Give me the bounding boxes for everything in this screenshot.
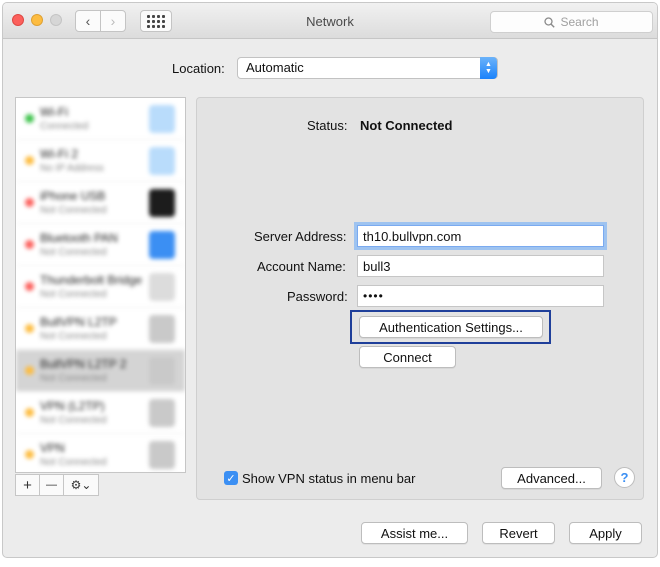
service-list-item[interactable]: BullVPN L2TP Not Connected xyxy=(16,308,185,350)
service-list-item[interactable]: VPN (L2TP) Not Connected xyxy=(16,392,185,434)
checkmark-icon: ✓ xyxy=(226,472,236,485)
status-dot-icon xyxy=(25,324,34,333)
apply-button[interactable]: Apply xyxy=(569,522,642,544)
minus-icon: — xyxy=(46,479,57,491)
status-dot-icon xyxy=(25,240,34,249)
status-dot-icon xyxy=(25,114,34,123)
location-value: Automatic xyxy=(246,60,304,75)
service-name: VPN (L2TP) xyxy=(40,399,105,413)
service-status: Connected xyxy=(40,121,89,132)
service-name: Thunderbolt Bridge xyxy=(40,273,143,287)
service-status: No IP Address xyxy=(40,163,104,174)
service-status: Not Connected xyxy=(40,457,107,468)
lock-icon xyxy=(149,441,175,469)
service-name: BullVPN L2TP xyxy=(40,315,117,329)
service-list-item[interactable]: VPN Not Connected xyxy=(16,434,185,472)
status-dot-icon xyxy=(25,450,34,459)
show-vpn-status-label: Show VPN status in menu bar xyxy=(242,471,416,486)
gear-icon: ⚙⌄ xyxy=(70,478,92,492)
title-bar: ‹ › Network Search xyxy=(3,3,657,39)
service-list-item[interactable]: iPhone USB Not Connected xyxy=(16,182,185,224)
location-select[interactable]: Automatic ▲ ▼ xyxy=(237,57,498,79)
service-status: Not Connected xyxy=(40,247,107,258)
bluetooth-icon xyxy=(149,231,175,259)
service-status: Not Connected xyxy=(40,205,107,216)
account-name-label: Account Name: xyxy=(257,259,346,274)
wifi-icon xyxy=(149,147,175,175)
account-name-input[interactable] xyxy=(357,255,604,277)
status-dot-icon xyxy=(25,366,34,375)
service-list-tools: + — ⚙⌄ xyxy=(15,474,99,496)
service-list-item[interactable]: Wi-Fi 2 No IP Address xyxy=(16,140,185,182)
add-service-button[interactable]: + xyxy=(16,475,40,495)
wifi-icon xyxy=(149,105,175,133)
status-dot-icon xyxy=(25,408,34,417)
status-dot-icon xyxy=(25,198,34,207)
help-button[interactable]: ? xyxy=(614,467,635,488)
service-name: BullVPN L2TP 2 xyxy=(40,357,127,371)
service-name: VPN xyxy=(40,441,65,455)
service-status: Not Connected xyxy=(40,289,107,300)
status-label: Status: xyxy=(307,118,348,133)
service-status: Not Connected xyxy=(40,331,107,342)
service-status: Not Connected xyxy=(40,415,107,426)
server-address-input[interactable] xyxy=(357,225,604,247)
service-name: Bluetooth PAN xyxy=(40,231,118,245)
status-dot-icon xyxy=(25,156,34,165)
plus-icon: + xyxy=(23,476,32,494)
service-list-item[interactable]: BullVPN L2TP 2 Not Connected xyxy=(16,350,185,392)
service-list[interactable]: Wi-Fi Connected Wi-Fi 2 No IP Address iPhone… xyxy=(15,97,186,473)
service-list-item[interactable]: Thunderbolt Bridge Not Connected xyxy=(16,266,185,308)
service-name: Wi-Fi 2 xyxy=(40,147,78,161)
search-input[interactable]: Search xyxy=(490,11,653,33)
status-dot-icon xyxy=(25,282,34,291)
service-list-item[interactable]: Wi-Fi Connected xyxy=(16,98,185,140)
password-label: Password: xyxy=(287,289,348,304)
search-placeholder: Search xyxy=(560,15,599,29)
show-vpn-status-checkbox[interactable]: ✓ xyxy=(224,471,238,485)
lock-icon xyxy=(149,399,175,427)
question-icon: ? xyxy=(620,470,629,485)
revert-button[interactable]: Revert xyxy=(482,522,555,544)
service-name: iPhone USB xyxy=(40,189,106,203)
location-label: Location: xyxy=(172,61,225,76)
search-icon xyxy=(544,16,556,28)
service-actions-button[interactable]: ⚙⌄ xyxy=(64,475,98,495)
advanced-button[interactable]: Advanced... xyxy=(501,467,602,489)
server-address-label: Server Address: xyxy=(254,229,347,244)
service-list-item[interactable]: Bluetooth PAN Not Connected xyxy=(16,224,185,266)
password-input[interactable]: •••• xyxy=(357,285,604,307)
service-status: Not Connected xyxy=(40,373,107,384)
connect-button[interactable]: Connect xyxy=(359,346,456,368)
assist-me-button[interactable]: Assist me... xyxy=(361,522,468,544)
phone-icon xyxy=(149,189,175,217)
remove-service-button[interactable]: — xyxy=(40,475,64,495)
bridge-icon xyxy=(149,273,175,301)
lock-icon xyxy=(149,357,175,385)
stepper-icon: ▲ ▼ xyxy=(480,57,497,79)
authentication-settings-button[interactable]: Authentication Settings... xyxy=(359,316,543,338)
lock-icon xyxy=(149,315,175,343)
service-name: Wi-Fi xyxy=(40,105,68,119)
status-value: Not Connected xyxy=(360,118,453,133)
